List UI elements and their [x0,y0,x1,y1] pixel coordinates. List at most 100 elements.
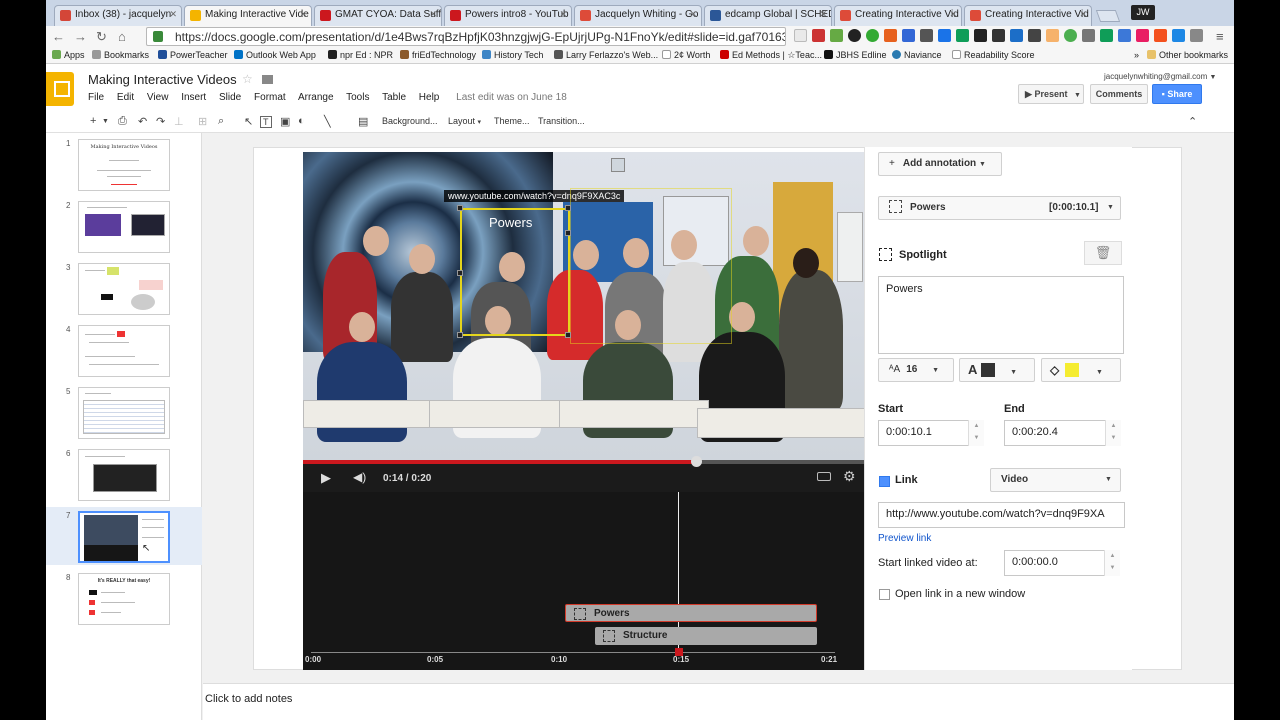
browser-tab[interactable]: Creating Interactive Vid ✕ [834,5,962,26]
close-tab-icon[interactable]: ✕ [169,9,177,20]
textbox-icon[interactable]: T [260,116,272,128]
background-button[interactable]: Background... [382,116,438,126]
layout-button[interactable]: Layout ▾ [448,116,481,126]
print-icon[interactable]: ⎙ [118,115,127,128]
other-bookmarks[interactable]: » Other bookmarks [1134,50,1228,60]
extension-icon[interactable] [920,29,933,42]
line-icon[interactable]: ╲ [324,115,331,128]
slide-thumbnail[interactable] [78,263,170,315]
end-time-stepper[interactable]: ▲ ▼ [1105,420,1121,446]
extension-icon[interactable] [1190,29,1203,42]
menu-slide[interactable]: Slide [219,92,241,103]
bookmark-item[interactable]: JBHS Edline [824,50,887,60]
resize-handle[interactable] [565,332,571,338]
star-icon[interactable]: ☆ [242,72,253,86]
bookmark-item[interactable]: Larry Ferlazzo's Web... [554,50,658,60]
close-tab-icon[interactable]: ✕ [299,9,307,20]
extension-icon[interactable] [1172,29,1185,42]
delete-trash-icon[interactable]: 🗑 [1084,241,1122,265]
chevron-down-icon[interactable]: ▼ [102,118,109,125]
extension-icon[interactable] [1028,29,1041,42]
present-button[interactable]: ▶ Present ▼ [1018,84,1084,104]
browser-tab[interactable]: Powers intro8 - YouTub ✕ [444,5,572,26]
slide-thumbnail[interactable]: Making Interactive Videos [78,139,170,191]
extension-icon[interactable] [1154,29,1167,42]
play-icon[interactable]: ▶ [321,470,331,486]
address-bar[interactable]: https://docs.google.com/presentation/d/1… [146,27,786,46]
menu-file[interactable]: File [88,92,104,103]
extension-icon[interactable] [812,29,825,42]
slide-thumbnail-row[interactable]: 4 [46,321,202,379]
slide-thumbnail-row[interactable]: 3 [46,259,202,317]
menu-edit[interactable]: Edit [117,92,134,103]
slide-thumbnail[interactable] [78,201,170,253]
browser-tab-active[interactable]: Making Interactive Vide ✕ [184,5,312,27]
close-tab-icon[interactable]: ✕ [559,9,567,20]
comment-icon[interactable]: ▤ [358,115,368,128]
redo-icon[interactable]: ↷ [156,115,165,128]
bookmark-item[interactable]: History Tech [482,50,543,60]
comments-button[interactable]: Comments [1090,84,1148,104]
slide-thumbnail[interactable]: It's REALLY that easy! [78,573,170,625]
undo-icon[interactable]: ↶ [138,115,147,128]
slide-thumbnail-row[interactable]: 6 [46,445,202,503]
extension-icon[interactable] [884,29,897,42]
video-scrubber[interactable] [690,456,702,467]
annotation-selector[interactable]: Powers [0:00:10.1] ▼ [878,196,1121,220]
start-linked-stepper[interactable]: ▲ ▼ [1104,550,1120,576]
image-icon[interactable]: ▣ [280,115,290,128]
volume-icon[interactable]: ◀) [353,470,366,484]
zoom-icon[interactable]: ⌕ [218,115,224,128]
close-tab-icon[interactable]: ✕ [429,9,437,20]
preview-link[interactable]: Preview link [878,533,931,544]
select-icon[interactable]: ↖ [244,115,253,128]
browser-tab[interactable]: edcamp Global | SCHED ✕ [704,5,832,26]
fill-color-select[interactable]: ◇ ▼ [1041,358,1121,382]
slide-thumbnail-row[interactable]: 1 Making Interactive Videos [46,135,202,193]
annotation-text-input[interactable]: Powers [878,276,1124,354]
timeline-track-structure[interactable]: Structure [595,627,817,645]
paint-format-icon[interactable]: ⊥ [174,115,184,128]
menu-view[interactable]: View [147,92,169,103]
new-slide-icon[interactable]: + [90,115,96,127]
extension-icon[interactable] [1010,29,1023,42]
google-drive-icon[interactable] [1100,29,1113,42]
extension-icon[interactable] [956,29,969,42]
extension-icon[interactable] [1046,29,1059,42]
chrome-menu-icon[interactable]: ≡ [1216,29,1224,44]
account-email[interactable]: jacquelynwhiting@gmail.com ▼ [1104,72,1216,81]
video-player[interactable]: www.youtube.com/watch?v=dnq9F9XAC3c Powe… [303,152,864,460]
slide-thumbnail[interactable] [78,387,170,439]
resize-handle[interactable] [457,205,463,211]
add-annotation-button[interactable]: + Add annotation ▼ [878,152,1002,176]
resize-handle[interactable] [565,205,571,211]
close-tab-icon[interactable]: ✕ [689,9,697,20]
bookmark-item[interactable]: Apps [52,50,85,60]
slide-thumbnail-row[interactable]: 8 It's REALLY that easy! [46,569,202,627]
menu-tools[interactable]: Tools [346,92,369,103]
bookmark-item[interactable]: npr Ed : NPR [328,50,393,60]
new-tab-button[interactable] [1095,10,1121,22]
extension-icon[interactable] [1064,29,1077,42]
collapse-icon[interactable]: ⌃ [1188,115,1197,128]
bookmark-item[interactable]: PowerTeacher [158,50,228,60]
extension-icon[interactable] [902,29,915,42]
link-checkbox[interactable] [879,476,890,487]
extension-icon[interactable] [830,29,843,42]
menu-insert[interactable]: Insert [181,92,206,103]
bookmark-item[interactable]: Outlook Web App [234,50,316,60]
slide-thumbnail[interactable] [78,449,170,501]
open-new-window-checkbox[interactable] [879,589,890,600]
browser-tab[interactable]: GMAT CYOA: Data Suff ✕ [314,5,442,26]
bookmark-item[interactable]: Readability Score [952,50,1035,60]
document-title[interactable]: Making Interactive Videos [88,72,237,87]
menu-format[interactable]: Format [254,92,286,103]
annotation-timeline[interactable]: Powers Structure 0:00 0:05 0:10 0:15 0:2… [303,492,864,670]
menu-arrange[interactable]: Arrange [298,92,334,103]
timeline-track-powers[interactable]: Powers [565,604,817,622]
resize-handle[interactable] [565,230,571,236]
close-tab-icon[interactable]: ✕ [819,9,827,20]
extension-icon[interactable] [1136,29,1149,42]
bookmark-item[interactable]: 2¢ Worth [662,50,710,60]
menu-table[interactable]: Table [382,92,406,103]
